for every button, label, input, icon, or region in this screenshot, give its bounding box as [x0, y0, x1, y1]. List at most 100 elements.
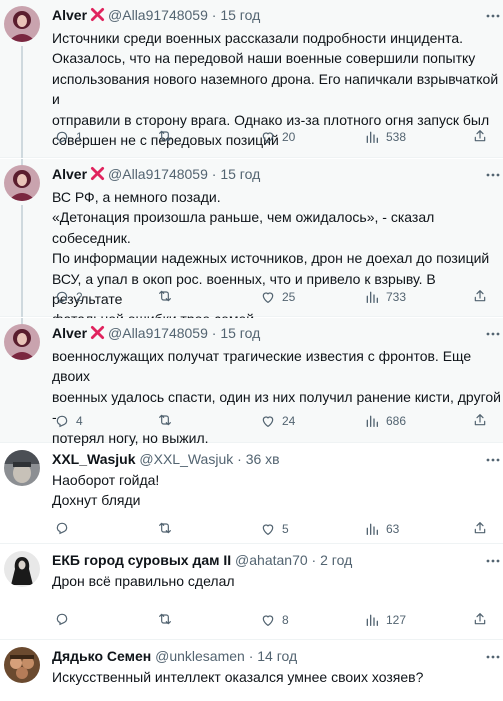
retweet-icon: [156, 128, 174, 144]
action-bar: 5 63: [52, 520, 503, 538]
author-name[interactable]: Дядько Семен: [52, 648, 151, 664]
action-bar: 4 24 686: [52, 412, 503, 430]
heart-icon: [260, 521, 276, 537]
share-icon: [472, 412, 488, 428]
avatar[interactable]: [4, 551, 40, 587]
share-button[interactable]: [472, 611, 488, 627]
red-cross-icon: [90, 166, 105, 185]
separator: ·: [211, 325, 217, 341]
more-dots-icon[interactable]: [485, 167, 501, 188]
timestamp[interactable]: 15 год: [220, 325, 260, 341]
more-dots-icon[interactable]: [485, 326, 501, 347]
views-icon: [364, 612, 380, 628]
reply-icon: [54, 611, 70, 627]
retweet-icon: [156, 412, 174, 428]
views-icon: [364, 413, 380, 429]
reply-button[interactable]: [54, 520, 76, 536]
timestamp[interactable]: 15 год: [220, 7, 260, 23]
tweet[interactable]: Дядько Семен @unklesamen · 14 год Искусс…: [0, 641, 503, 701]
author-name[interactable]: ЕКБ город суровых дам II: [52, 552, 231, 568]
author-name[interactable]: Alver: [52, 166, 87, 182]
views-button[interactable]: 538: [364, 128, 406, 146]
avatar[interactable]: [4, 647, 40, 683]
views-button[interactable]: 733: [364, 288, 406, 306]
reply-button[interactable]: 2: [54, 288, 83, 306]
like-button[interactable]: 25: [260, 288, 295, 306]
action-bar: 1 20 538: [52, 128, 503, 146]
reply-count: 2: [76, 290, 83, 304]
avatar[interactable]: [4, 6, 40, 42]
avatar[interactable]: [4, 450, 40, 486]
reply-icon: [54, 129, 70, 145]
share-button[interactable]: [472, 520, 488, 536]
share-button[interactable]: [472, 288, 488, 304]
tweet[interactable]: Alver @Alla91748059 · 15 год военнослужащ…: [0, 318, 503, 446]
like-button[interactable]: 5: [260, 520, 289, 538]
views-button[interactable]: 127: [364, 611, 406, 629]
reply-button[interactable]: 1: [54, 128, 83, 146]
tweet-text: Наоборот гойда! Дохнут бляди: [52, 472, 160, 509]
author-handle[interactable]: @XXL_Wasjuk: [139, 451, 233, 467]
author-handle[interactable]: @Alla91748059: [108, 7, 208, 23]
reply-icon: [54, 520, 70, 536]
author-handle[interactable]: @Alla91748059: [108, 325, 208, 341]
action-bar: 8 127: [52, 611, 503, 629]
more-dots-icon[interactable]: [485, 452, 501, 473]
heart-icon: [260, 612, 276, 628]
reply-button[interactable]: [54, 611, 76, 627]
views-count: 63: [386, 522, 400, 536]
action-bar: 2 25 733: [52, 288, 503, 306]
avatar[interactable]: [4, 165, 40, 201]
timestamp[interactable]: 2 год: [320, 552, 352, 568]
tweet[interactable]: Alver @Alla91748059 · 15 год ВС РФ, а нем…: [0, 159, 503, 327]
timestamp[interactable]: 15 год: [220, 166, 260, 182]
reply-button[interactable]: 4: [54, 412, 83, 430]
views-count: 538: [386, 130, 407, 144]
like-count: 20: [282, 130, 296, 144]
like-count: 25: [282, 290, 296, 304]
reply-icon: [54, 413, 70, 429]
red-cross-icon: [90, 325, 105, 344]
author-handle[interactable]: @unklesamen: [155, 648, 245, 664]
more-dots-icon[interactable]: [485, 649, 501, 670]
tweet[interactable]: ЕКБ город суровых дам II @ahatan70 · 2 г…: [0, 545, 503, 640]
tweet-text: Искусственный интеллект оказался умнее с…: [52, 669, 424, 685]
like-button[interactable]: 24: [260, 412, 295, 430]
like-button[interactable]: 8: [260, 611, 289, 629]
author-name[interactable]: Alver: [52, 7, 87, 23]
reply-count: 4: [76, 414, 83, 428]
author-name[interactable]: XXL_Wasjuk: [52, 451, 136, 467]
like-button[interactable]: 20: [260, 128, 295, 146]
views-count: 733: [386, 290, 407, 304]
retweet-button[interactable]: [156, 288, 180, 304]
retweet-button[interactable]: [156, 128, 180, 144]
heart-icon: [260, 129, 276, 145]
retweet-button[interactable]: [156, 520, 180, 536]
separator: ·: [248, 648, 254, 664]
author-name[interactable]: Alver: [52, 325, 87, 341]
author-handle[interactable]: @ahatan70: [235, 552, 308, 568]
retweet-button[interactable]: [156, 412, 180, 428]
views-button[interactable]: 686: [364, 412, 406, 430]
share-button[interactable]: [472, 128, 488, 144]
share-icon: [472, 288, 488, 304]
tweet[interactable]: Alver @Alla91748059 · 15 год Источники ср…: [0, 0, 503, 158]
author-handle[interactable]: @Alla91748059: [108, 166, 208, 182]
views-count: 686: [386, 414, 407, 428]
share-button[interactable]: [472, 412, 488, 428]
timestamp[interactable]: 14 год: [257, 648, 297, 664]
retweet-icon: [156, 611, 174, 627]
more-dots-icon[interactable]: [485, 553, 501, 574]
retweet-icon: [156, 520, 174, 536]
tweet-text: Дрон всё правильно сделал: [52, 573, 235, 589]
thread-line: [21, 205, 23, 317]
red-cross-icon: [90, 7, 105, 26]
views-icon: [364, 129, 380, 145]
timestamp[interactable]: 36 хв: [246, 451, 280, 467]
tweet[interactable]: XXL_Wasjuk @XXL_Wasjuk · 36 хв Наоборот …: [0, 444, 503, 544]
retweet-button[interactable]: [156, 611, 180, 627]
views-button[interactable]: 63: [364, 520, 399, 538]
more-dots-icon[interactable]: [485, 8, 501, 29]
avatar[interactable]: [4, 324, 40, 360]
heart-icon: [260, 289, 276, 305]
